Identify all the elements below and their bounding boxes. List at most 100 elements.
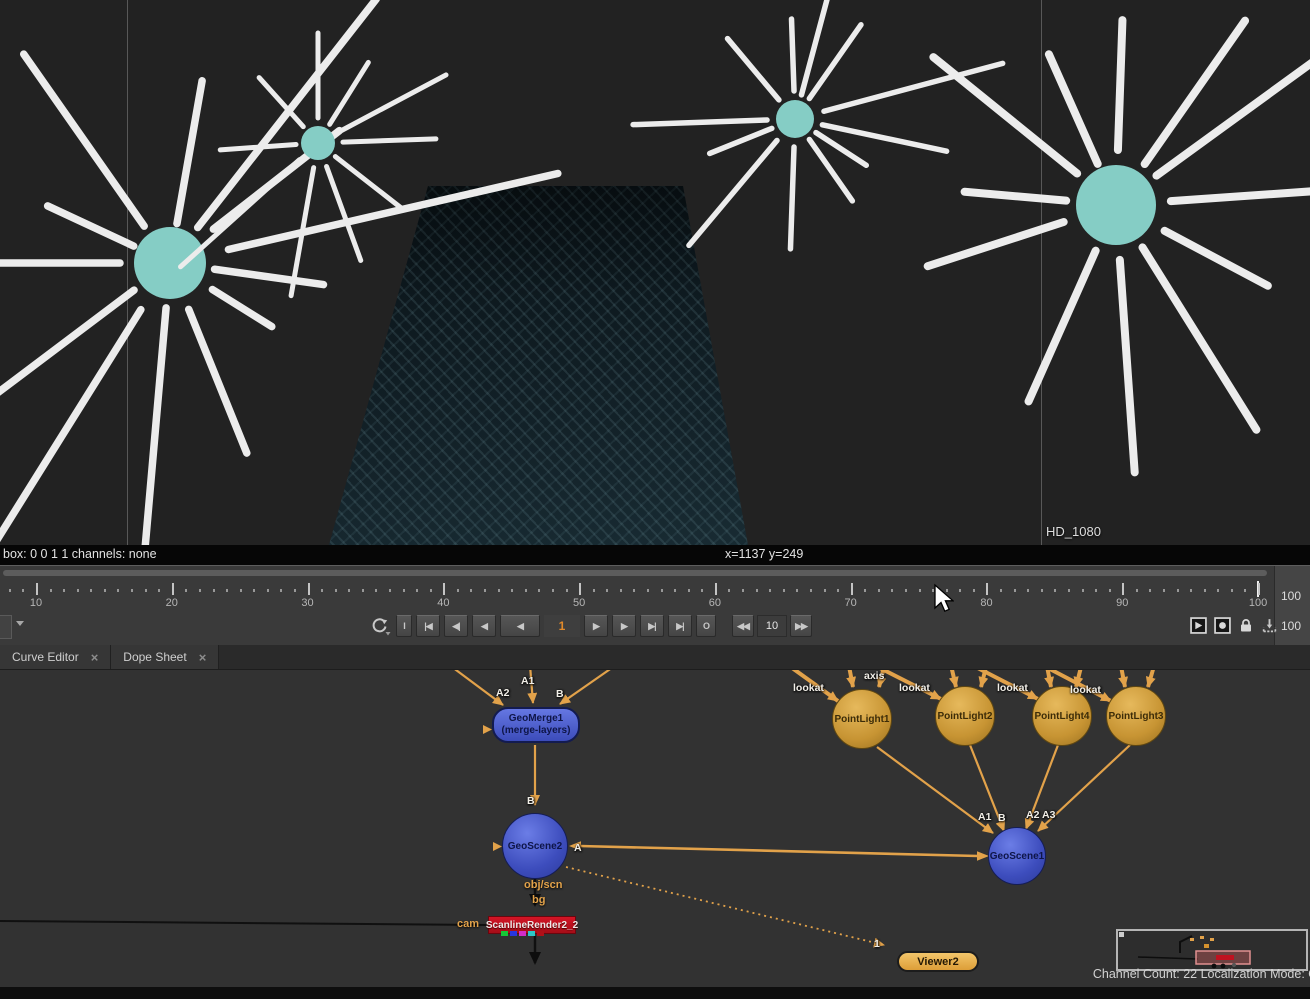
ruler-tick	[1082, 589, 1084, 592]
ruler-tick-label: 30	[292, 597, 324, 609]
transport-button[interactable]: O	[696, 615, 716, 637]
nuke-window: HD_1080 box: 0 0 1 1 channels: none x=11…	[0, 0, 1310, 999]
channel-chips	[501, 931, 544, 936]
ruler-tick	[1149, 589, 1151, 592]
flipbook-export-icon[interactable]	[1261, 617, 1278, 634]
ruler-tick	[1190, 589, 1192, 592]
node-scanlinerender2-2[interactable]: ScanlineRender2_2	[488, 916, 576, 934]
ruler-tick	[864, 589, 866, 592]
node-label: PointLight4	[1035, 711, 1090, 722]
ruler-tick-label: 80	[970, 597, 1002, 609]
ruler-tick	[1068, 589, 1070, 592]
ruler-tick	[348, 589, 350, 592]
range-dropdown-field[interactable]	[0, 615, 12, 639]
timeline-scrollbar[interactable]	[3, 570, 1267, 576]
ruler-tick	[756, 589, 758, 592]
pixel-coords-readout: x=1137 y=249	[725, 547, 803, 561]
transport-button[interactable]: |◀	[416, 615, 440, 637]
transport-button[interactable]: ▶	[612, 615, 636, 637]
ruler-tick	[253, 589, 255, 592]
port-label-a: A	[574, 842, 582, 854]
ruler-tick	[633, 589, 635, 592]
lookat-label-2: lookat	[899, 682, 930, 694]
ruler-tick	[728, 589, 730, 592]
ruler-tick	[498, 589, 500, 592]
transport-button[interactable]: ◀	[500, 615, 540, 637]
ruler-tick	[443, 583, 445, 595]
ruler-tick-label: 90	[1106, 597, 1138, 609]
ruler-tick	[511, 589, 513, 592]
chevron-down-icon[interactable]	[16, 621, 24, 626]
decrement-button[interactable]: ◀◀	[732, 615, 754, 637]
ruler-tick	[1041, 589, 1043, 592]
ruler-tick	[851, 583, 853, 595]
ruler-tick	[77, 589, 79, 592]
transport-button[interactable]: ◀|	[444, 615, 468, 637]
ruler-tick	[1054, 589, 1056, 592]
node-graph-minimap[interactable]	[1116, 929, 1308, 971]
node-pointlight2[interactable]: PointLight2	[935, 686, 995, 746]
tab-dope-sheet[interactable]: Dope Sheet ×	[111, 645, 219, 669]
viewer-status-bar: box: 0 0 1 1 channels: none x=1137 y=249	[0, 545, 1310, 565]
ruler-tick	[63, 589, 65, 592]
frame-increment-cluster: ◀◀ 10 ▶▶	[732, 615, 812, 637]
lock-range-icon[interactable]	[1238, 617, 1254, 634]
ruler-tick	[240, 589, 242, 592]
transport-button[interactable]: I	[396, 615, 412, 637]
ruler-tick	[1231, 589, 1233, 592]
node-sublabel: (merge-layers)	[502, 725, 571, 737]
lookat-label-1: lookat	[793, 682, 824, 694]
transport-button[interactable]: ▶|	[640, 615, 664, 637]
ruler-tick	[308, 583, 310, 595]
ruler-tick	[90, 589, 92, 592]
ruler-tick	[104, 589, 106, 592]
stop-render-icon[interactable]	[1214, 617, 1231, 634]
ruler-tick	[131, 589, 133, 592]
ruler-tick	[986, 583, 988, 595]
frame-increment-field[interactable]: 10	[757, 615, 787, 637]
ruler-tick-label: 70	[835, 597, 867, 609]
node-label: GeoMerge1	[509, 713, 563, 725]
ruler-tick	[1258, 583, 1260, 595]
node-geoscene2[interactable]: GeoScene2	[502, 813, 568, 879]
minimap-content	[1118, 931, 1306, 969]
node-graph-panel[interactable]: Curve Editor × Dope Sheet ×	[0, 645, 1310, 999]
play-in-viewer-icon[interactable]	[1190, 617, 1207, 634]
ruler-tick	[1136, 589, 1138, 592]
ruler-tick	[796, 589, 798, 592]
close-icon[interactable]: ×	[91, 650, 99, 665]
node-pointlight3[interactable]: PointLight3	[1106, 686, 1166, 746]
node-graph-canvas[interactable]: GeoMerge1 (merge-layers) PointLight1 Poi…	[0, 645, 1310, 987]
port-label-gs1-b: B	[998, 812, 1006, 824]
transport-button[interactable]: ▶|	[668, 615, 692, 637]
point-light-top-center	[633, 0, 1003, 249]
bottom-strip	[0, 987, 1310, 999]
tab-curve-editor[interactable]: Curve Editor ×	[0, 645, 111, 669]
node-geomerge1[interactable]: GeoMerge1 (merge-layers)	[492, 707, 580, 743]
ruler-tick	[593, 589, 595, 592]
node-geoscene1[interactable]: GeoScene1	[988, 827, 1046, 885]
ruler-tick	[375, 589, 377, 592]
global-range-end-field[interactable]: 100	[1281, 586, 1310, 606]
ruler-tick	[484, 589, 486, 592]
close-icon[interactable]: ×	[199, 650, 207, 665]
node-pointlight1[interactable]: PointLight1	[832, 689, 892, 749]
node-viewer2[interactable]: Viewer2	[897, 951, 979, 972]
current-frame-field[interactable]: 1	[544, 615, 580, 637]
playback-range-end-field[interactable]: 100	[1281, 616, 1310, 636]
ruler-tick	[973, 589, 975, 592]
viewer-3d-panel[interactable]: HD_1080	[0, 0, 1310, 545]
transport-cluster: I|◀◀|◀◀ 1 ▶▶▶|▶|O ◀◀ 10 ▶▶	[368, 614, 812, 638]
ruler-tick	[267, 589, 269, 592]
increment-button[interactable]: ▶▶	[790, 615, 812, 637]
ruler-tick	[919, 589, 921, 592]
loop-mode-icon[interactable]	[368, 614, 392, 638]
port-label-b-scene: B	[527, 795, 535, 807]
ruler-tick	[1122, 583, 1124, 595]
frame-ruler[interactable]: 102030405060708090100	[0, 579, 1272, 613]
node-label: GeoScene2	[508, 841, 562, 852]
transport-button[interactable]: ◀	[472, 615, 496, 637]
transport-button[interactable]: ▶	[584, 615, 608, 637]
ruler-tick	[701, 589, 703, 592]
ruler-tick	[403, 589, 405, 592]
